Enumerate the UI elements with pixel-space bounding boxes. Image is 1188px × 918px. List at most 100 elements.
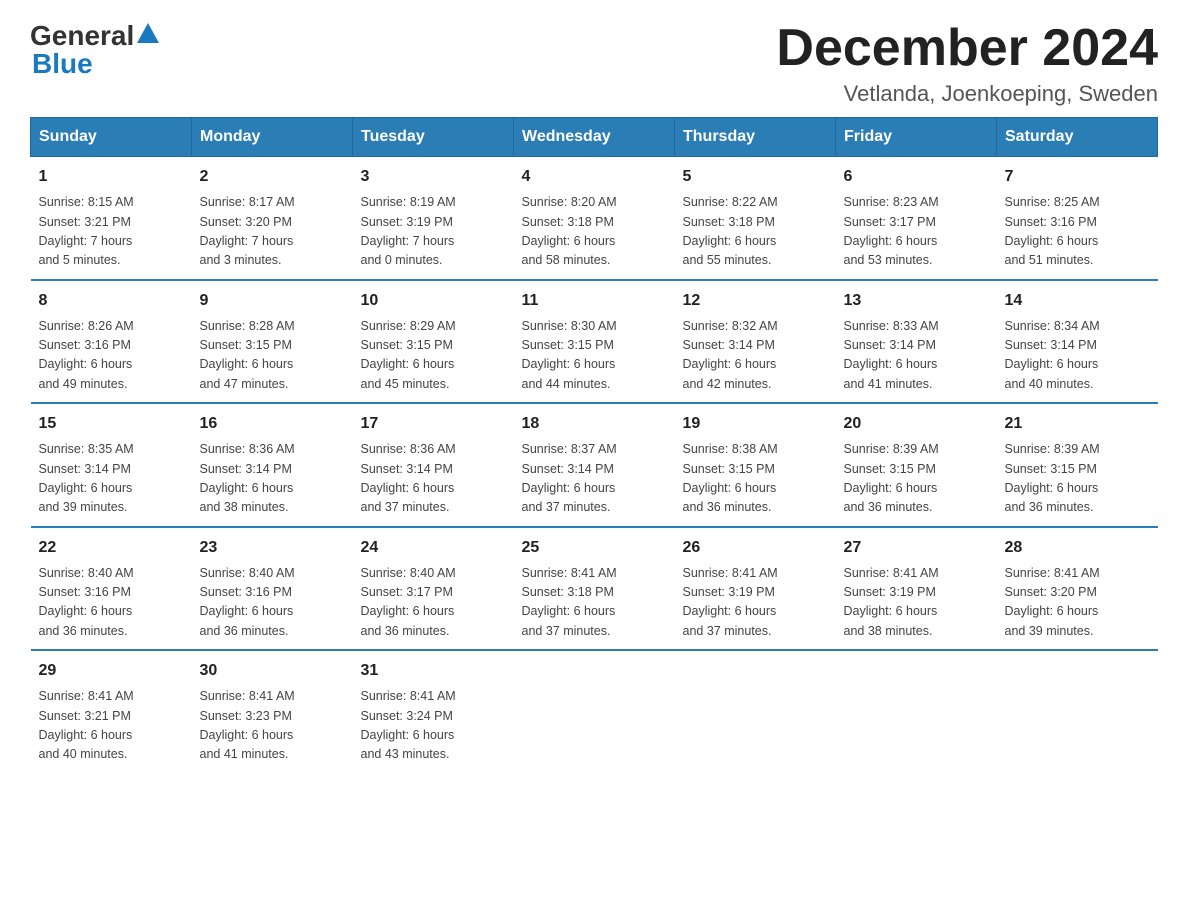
- month-title: December 2024: [776, 20, 1158, 77]
- day-info: Sunrise: 8:28 AMSunset: 3:15 PMDaylight:…: [200, 317, 345, 395]
- day-number: 25: [522, 536, 667, 560]
- day-info: Sunrise: 8:35 AMSunset: 3:14 PMDaylight:…: [39, 440, 184, 518]
- day-info: Sunrise: 8:41 AMSunset: 3:18 PMDaylight:…: [522, 564, 667, 642]
- page-header: General Blue December 2024 Vetlanda, Joe…: [30, 20, 1158, 107]
- day-number: 26: [683, 536, 828, 560]
- calendar-cell: 7Sunrise: 8:25 AMSunset: 3:16 PMDaylight…: [997, 157, 1158, 280]
- logo: General Blue: [30, 20, 159, 80]
- day-number: 16: [200, 412, 345, 436]
- day-number: 14: [1005, 289, 1150, 313]
- calendar-cell: 27Sunrise: 8:41 AMSunset: 3:19 PMDayligh…: [836, 527, 997, 651]
- header-wednesday: Wednesday: [514, 118, 675, 157]
- day-number: 18: [522, 412, 667, 436]
- calendar-week-row: 29 Sunrise: 8:41 AMSunset: 3:21 PMDayligh…: [31, 650, 1158, 773]
- day-number: 24: [361, 536, 506, 560]
- calendar-cell: 11 Sunrise: 8:30 AMSunset: 3:15 PMDayligh…: [514, 280, 675, 404]
- day-number: 28: [1005, 536, 1150, 560]
- day-info: Sunrise: 8:15 AMSunset: 3:21 PMDaylight:…: [39, 193, 184, 271]
- calendar-cell: 5Sunrise: 8:22 AMSunset: 3:18 PMDaylight…: [675, 157, 836, 280]
- day-info: Sunrise: 8:32 AMSunset: 3:14 PMDaylight:…: [683, 317, 828, 395]
- calendar-cell: 29 Sunrise: 8:41 AMSunset: 3:21 PMDayligh…: [31, 650, 192, 773]
- calendar-cell: 25 Sunrise: 8:41 AMSunset: 3:18 PMDayligh…: [514, 527, 675, 651]
- calendar-header-row: SundayMondayTuesdayWednesdayThursdayFrid…: [31, 118, 1158, 157]
- calendar-week-row: 8Sunrise: 8:26 AMSunset: 3:16 PMDaylight…: [31, 280, 1158, 404]
- day-number: 11: [522, 289, 667, 313]
- day-number: 21: [1005, 412, 1150, 436]
- day-number: 29: [39, 659, 184, 683]
- day-number: 27: [844, 536, 989, 560]
- day-number: 12: [683, 289, 828, 313]
- day-info: Sunrise: 8:17 AMSunset: 3:20 PMDaylight:…: [200, 193, 345, 271]
- day-info: Sunrise: 8:19 AMSunset: 3:19 PMDaylight:…: [361, 193, 506, 271]
- calendar-cell: 21Sunrise: 8:39 AMSunset: 3:15 PMDayligh…: [997, 403, 1158, 527]
- day-info: Sunrise: 8:30 AMSunset: 3:15 PMDaylight:…: [522, 317, 667, 395]
- calendar-cell: [836, 650, 997, 773]
- header-saturday: Saturday: [997, 118, 1158, 157]
- calendar-cell: 6 Sunrise: 8:23 AMSunset: 3:17 PMDaylight…: [836, 157, 997, 280]
- day-info: Sunrise: 8:41 AMSunset: 3:23 PMDaylight:…: [200, 687, 345, 765]
- day-number: 10: [361, 289, 506, 313]
- day-info: Sunrise: 8:39 AMSunset: 3:15 PMDaylight:…: [844, 440, 989, 518]
- calendar-cell: 8Sunrise: 8:26 AMSunset: 3:16 PMDaylight…: [31, 280, 192, 404]
- calendar-table: SundayMondayTuesdayWednesdayThursdayFrid…: [30, 117, 1158, 773]
- calendar-cell: 1 Sunrise: 8:15 AMSunset: 3:21 PMDaylight…: [31, 157, 192, 280]
- day-number: 8: [39, 289, 184, 313]
- day-number: 30: [200, 659, 345, 683]
- day-number: 31: [361, 659, 506, 683]
- day-number: 23: [200, 536, 345, 560]
- calendar-cell: 20 Sunrise: 8:39 AMSunset: 3:15 PMDayligh…: [836, 403, 997, 527]
- day-info: Sunrise: 8:41 AMSunset: 3:24 PMDaylight:…: [361, 687, 506, 765]
- calendar-cell: 2Sunrise: 8:17 AMSunset: 3:20 PMDaylight…: [192, 157, 353, 280]
- day-number: 6: [844, 165, 989, 189]
- calendar-week-row: 1 Sunrise: 8:15 AMSunset: 3:21 PMDaylight…: [31, 157, 1158, 280]
- header-sunday: Sunday: [31, 118, 192, 157]
- day-number: 15: [39, 412, 184, 436]
- day-number: 17: [361, 412, 506, 436]
- calendar-cell: 3 Sunrise: 8:19 AMSunset: 3:19 PMDaylight…: [353, 157, 514, 280]
- calendar-cell: 17 Sunrise: 8:36 AMSunset: 3:14 PMDayligh…: [353, 403, 514, 527]
- day-info: Sunrise: 8:20 AMSunset: 3:18 PMDaylight:…: [522, 193, 667, 271]
- day-number: 19: [683, 412, 828, 436]
- day-number: 4: [522, 165, 667, 189]
- calendar-cell: 24Sunrise: 8:40 AMSunset: 3:17 PMDayligh…: [353, 527, 514, 651]
- day-number: 7: [1005, 165, 1150, 189]
- calendar-cell: 18Sunrise: 8:37 AMSunset: 3:14 PMDayligh…: [514, 403, 675, 527]
- header-thursday: Thursday: [675, 118, 836, 157]
- calendar-cell: 16Sunrise: 8:36 AMSunset: 3:14 PMDayligh…: [192, 403, 353, 527]
- header-friday: Friday: [836, 118, 997, 157]
- calendar-week-row: 22 Sunrise: 8:40 AMSunset: 3:16 PMDayligh…: [31, 527, 1158, 651]
- header-tuesday: Tuesday: [353, 118, 514, 157]
- day-number: 13: [844, 289, 989, 313]
- location-title: Vetlanda, Joenkoeping, Sweden: [776, 81, 1158, 107]
- day-info: Sunrise: 8:34 AMSunset: 3:14 PMDaylight:…: [1005, 317, 1150, 395]
- logo-blue-text: Blue: [32, 48, 93, 79]
- day-info: Sunrise: 8:41 AMSunset: 3:20 PMDaylight:…: [1005, 564, 1150, 642]
- day-info: Sunrise: 8:41 AMSunset: 3:21 PMDaylight:…: [39, 687, 184, 765]
- calendar-cell: 12 Sunrise: 8:32 AMSunset: 3:14 PMDayligh…: [675, 280, 836, 404]
- calendar-cell: 9 Sunrise: 8:28 AMSunset: 3:15 PMDaylight…: [192, 280, 353, 404]
- day-info: Sunrise: 8:33 AMSunset: 3:14 PMDaylight:…: [844, 317, 989, 395]
- calendar-cell: 14 Sunrise: 8:34 AMSunset: 3:14 PMDayligh…: [997, 280, 1158, 404]
- calendar-cell: 10 Sunrise: 8:29 AMSunset: 3:15 PMDayligh…: [353, 280, 514, 404]
- day-info: Sunrise: 8:23 AMSunset: 3:17 PMDaylight:…: [844, 193, 989, 271]
- calendar-cell: 4 Sunrise: 8:20 AMSunset: 3:18 PMDaylight…: [514, 157, 675, 280]
- day-info: Sunrise: 8:29 AMSunset: 3:15 PMDaylight:…: [361, 317, 506, 395]
- calendar-cell: 30 Sunrise: 8:41 AMSunset: 3:23 PMDayligh…: [192, 650, 353, 773]
- calendar-cell: [675, 650, 836, 773]
- day-number: 22: [39, 536, 184, 560]
- day-number: 20: [844, 412, 989, 436]
- calendar-cell: 23 Sunrise: 8:40 AMSunset: 3:16 PMDayligh…: [192, 527, 353, 651]
- calendar-cell: 22 Sunrise: 8:40 AMSunset: 3:16 PMDayligh…: [31, 527, 192, 651]
- day-info: Sunrise: 8:38 AMSunset: 3:15 PMDaylight:…: [683, 440, 828, 518]
- day-info: Sunrise: 8:22 AMSunset: 3:18 PMDaylight:…: [683, 193, 828, 271]
- header-monday: Monday: [192, 118, 353, 157]
- day-number: 3: [361, 165, 506, 189]
- day-info: Sunrise: 8:40 AMSunset: 3:16 PMDaylight:…: [200, 564, 345, 642]
- day-info: Sunrise: 8:41 AMSunset: 3:19 PMDaylight:…: [683, 564, 828, 642]
- day-info: Sunrise: 8:40 AMSunset: 3:16 PMDaylight:…: [39, 564, 184, 642]
- day-number: 1: [39, 165, 184, 189]
- day-info: Sunrise: 8:36 AMSunset: 3:14 PMDaylight:…: [361, 440, 506, 518]
- calendar-cell: 13 Sunrise: 8:33 AMSunset: 3:14 PMDayligh…: [836, 280, 997, 404]
- calendar-cell: [997, 650, 1158, 773]
- day-number: 9: [200, 289, 345, 313]
